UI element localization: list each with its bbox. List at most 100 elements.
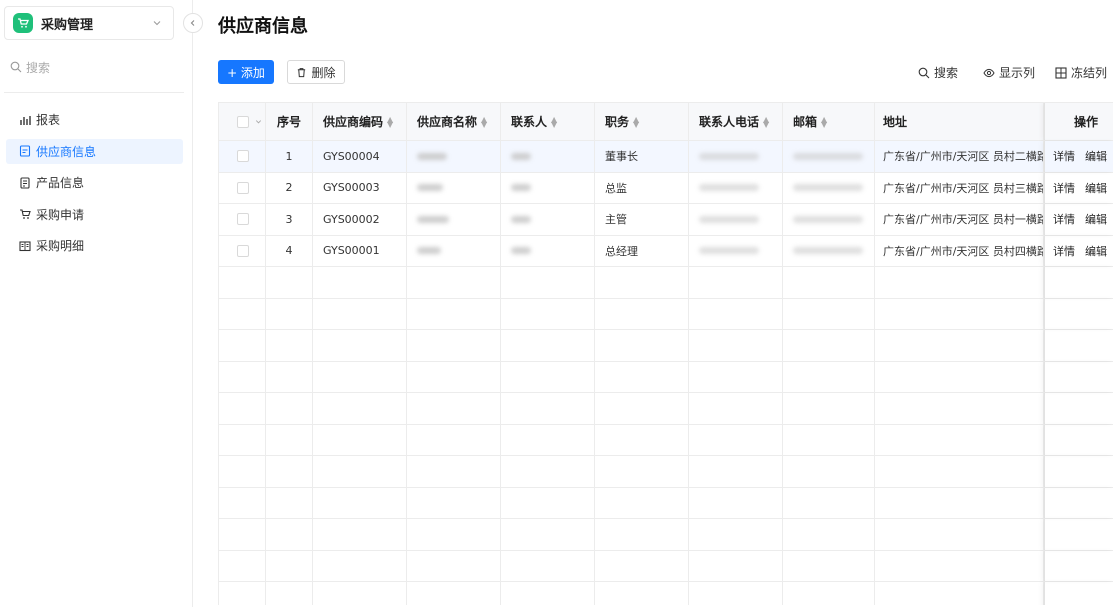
sidebar-search[interactable]: 搜索	[10, 56, 185, 78]
cell-address: 广东省/广州市/天河区 员村一横路	[875, 204, 1044, 235]
cell-ops: 详情 编辑	[1044, 141, 1113, 172]
edit-link[interactable]: 编辑	[1085, 148, 1107, 164]
cell-contact-redacted	[501, 141, 595, 172]
row-checkbox[interactable]	[237, 213, 249, 226]
detail-link[interactable]: 详情	[1053, 180, 1075, 196]
empty-row	[219, 487, 1113, 519]
cell-email-redacted	[783, 235, 875, 266]
empty-row	[219, 550, 1113, 582]
edit-link[interactable]: 编辑	[1085, 211, 1107, 227]
col-header-contact[interactable]: 联系人 ▲ ▼	[501, 103, 595, 140]
sort-icon[interactable]: ▲ ▼	[763, 115, 769, 128]
sidebar-item-product-info[interactable]: 产品信息	[6, 170, 183, 195]
sidebar-item-supplier-info[interactable]: 供应商信息	[6, 138, 183, 164]
row-checkbox[interactable]	[237, 181, 249, 194]
table-row[interactable]: 1 GYS00004 董事长 广东省/广州市/天河区 员村二横路 详情 编辑	[219, 141, 1113, 173]
sort-icon[interactable]: ▲ ▼	[633, 115, 639, 128]
empty-row	[219, 519, 1113, 551]
cell-position: 总监	[595, 172, 689, 203]
cell-name-redacted	[407, 235, 501, 266]
detail-link[interactable]: 详情	[1053, 148, 1075, 164]
cell-name-redacted	[407, 204, 501, 235]
col-header-email[interactable]: 邮箱 ▲ ▼	[783, 103, 875, 140]
search-icon	[10, 61, 22, 73]
table-row[interactable]: 2 GYS00003 总监 广东省/广州市/天河区 员村三横路 详情 编辑	[219, 172, 1113, 204]
cell-phone-redacted	[689, 204, 783, 235]
sidebar-item-label: 产品信息	[36, 176, 85, 190]
col-header-address: 地址	[875, 103, 1044, 140]
row-checkbox[interactable]	[237, 244, 249, 257]
detail-link[interactable]: 详情	[1053, 243, 1075, 259]
sort-icon[interactable]: ▲ ▼	[821, 115, 827, 128]
cell-seq: 4	[266, 235, 313, 266]
row-checkbox[interactable]	[237, 150, 249, 163]
sidebar-item-purchase-detail[interactable]: 采购明细	[6, 233, 183, 258]
sort-icon[interactable]: ▲ ▼	[387, 115, 393, 128]
cell-contact-redacted	[501, 172, 595, 203]
chevron-left-icon	[190, 20, 195, 26]
search-icon	[918, 67, 930, 78]
cell-contact-redacted	[501, 235, 595, 266]
freeze-columns-button[interactable]: 冻结列	[1055, 64, 1107, 81]
col-header-phone[interactable]: 联系人电话 ▲ ▼	[689, 103, 783, 140]
freeze-columns-label: 冻结列	[1071, 66, 1108, 80]
select-all-checkbox[interactable]	[237, 115, 249, 128]
file-list-icon	[19, 176, 31, 189]
cell-ops: 详情 编辑	[1044, 235, 1113, 266]
empty-row	[219, 298, 1113, 330]
document-icon	[19, 145, 31, 157]
edit-link[interactable]: 编辑	[1085, 180, 1107, 196]
cell-position: 董事长	[595, 141, 689, 172]
search-button[interactable]: 搜索	[918, 64, 958, 81]
cell-address: 广东省/广州市/天河区 员村二横路	[875, 141, 1044, 172]
cell-seq: 2	[266, 172, 313, 203]
row-checkbox-cell[interactable]	[219, 141, 266, 172]
empty-row	[219, 456, 1113, 488]
col-header-label: 联系人	[511, 115, 548, 129]
cell-code: GYS00004	[313, 141, 407, 172]
row-checkbox-cell[interactable]	[219, 204, 266, 235]
delete-label: 删除	[311, 65, 336, 80]
cell-code: GYS00002	[313, 204, 407, 235]
cart-logo-icon	[13, 13, 33, 33]
col-header-label: 职务	[605, 115, 630, 129]
app-switcher[interactable]: 采购管理	[4, 6, 174, 40]
cell-phone-redacted	[689, 141, 783, 172]
delete-button[interactable]: 删除	[287, 60, 345, 84]
collapse-sidebar-button[interactable]	[183, 13, 203, 33]
sidebar-item-report[interactable]: 报表	[6, 107, 183, 132]
cell-phone-redacted	[689, 235, 783, 266]
cell-code: GYS00003	[313, 172, 407, 203]
empty-row	[219, 361, 1113, 393]
cell-ops: 详情 编辑	[1044, 172, 1113, 203]
sidebar-item-label: 供应商信息	[36, 144, 97, 159]
select-all-cell[interactable]	[219, 103, 266, 140]
cell-code: GYS00001	[313, 235, 407, 266]
detail-link[interactable]: 详情	[1053, 211, 1075, 227]
empty-row	[219, 424, 1113, 456]
row-checkbox-cell[interactable]	[219, 235, 266, 266]
chevron-down-icon[interactable]	[254, 117, 263, 126]
book-icon	[19, 240, 31, 252]
empty-row	[219, 582, 1113, 605]
col-header-position[interactable]: 职务 ▲ ▼	[595, 103, 689, 140]
row-checkbox-cell[interactable]	[219, 172, 266, 203]
supplier-table: 序号 供应商编码 ▲ ▼ 供应商名称 ▲ ▼ 联系人 ▲ ▼ 职务 ▲ ▼ 联系人电话 ▲ ▼ 邮箱…	[218, 102, 1113, 605]
cell-seq: 1	[266, 141, 313, 172]
cell-name-redacted	[407, 141, 501, 172]
show-columns-button[interactable]: 显示列	[983, 64, 1035, 81]
col-header-name[interactable]: 供应商名称 ▲ ▼	[407, 103, 501, 140]
sort-icon[interactable]: ▲ ▼	[551, 115, 557, 128]
sidebar-item-purchase-request[interactable]: 采购申请	[6, 202, 183, 227]
table-row[interactable]: 3 GYS00002 主管 广东省/广州市/天河区 员村一横路 详情 编辑	[219, 204, 1113, 236]
show-columns-label: 显示列	[999, 66, 1036, 80]
cell-phone-redacted	[689, 172, 783, 203]
col-header-code[interactable]: 供应商编码 ▲ ▼	[313, 103, 407, 140]
cart-icon	[19, 208, 31, 220]
add-button[interactable]: + 添加	[218, 60, 274, 84]
cell-address: 广东省/广州市/天河区 员村三横路	[875, 172, 1044, 203]
sort-icon[interactable]: ▲ ▼	[481, 115, 487, 128]
table-row[interactable]: 4 GYS00001 总经理 广东省/广州市/天河区 员村四横路 详情 编辑	[219, 235, 1113, 267]
cell-ops: 详情 编辑	[1044, 204, 1113, 235]
edit-link[interactable]: 编辑	[1085, 243, 1107, 259]
